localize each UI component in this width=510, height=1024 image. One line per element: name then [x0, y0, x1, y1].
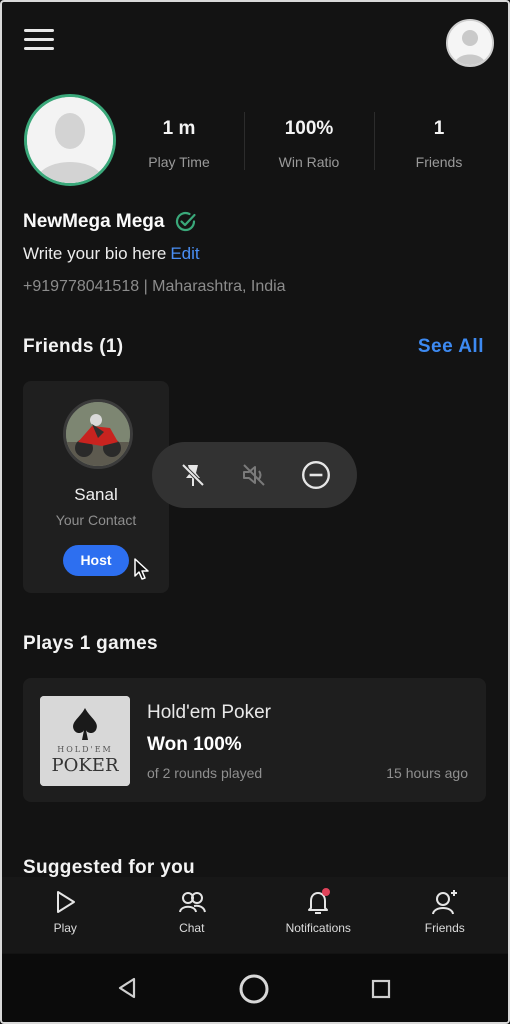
thumb-text-bottom: POKER	[51, 755, 118, 776]
nav-friends[interactable]: Friends	[382, 877, 509, 953]
suggested-section-title: Suggested for you	[23, 857, 195, 878]
back-icon[interactable]	[116, 976, 138, 1000]
nav-play[interactable]: Play	[2, 877, 129, 953]
bio-text: Write your bio here	[23, 244, 167, 263]
host-button[interactable]: Host	[63, 545, 129, 576]
hamburger-menu-icon[interactable]	[24, 29, 54, 53]
nav-chat[interactable]: Chat	[129, 877, 256, 953]
game-time: 15 hours ago	[386, 765, 468, 781]
nav-label: Notifications	[285, 921, 351, 935]
game-card[interactable]: HOLD'EM POKER Hold'em Poker Won 100% of …	[23, 678, 486, 802]
thumb-text-top: HOLD'EM	[57, 745, 113, 754]
stat-value: 1 m	[162, 118, 196, 139]
stat-label: Play Time	[148, 154, 210, 170]
chat-icon	[178, 892, 206, 913]
edit-bio-link[interactable]: Edit	[170, 244, 199, 263]
stat-win-ratio: 100% Win Ratio	[244, 110, 374, 174]
bell-icon	[308, 888, 331, 914]
game-rounds: of 2 rounds played	[147, 765, 263, 781]
friends-section-title: Friends (1)	[23, 336, 124, 357]
friend-avatar	[63, 399, 133, 469]
friend-subtitle: Your Contact	[55, 512, 137, 528]
stat-value: 100%	[284, 118, 334, 139]
stat-friends[interactable]: 1 Friends	[374, 110, 504, 174]
games-section-title: Plays 1 games	[23, 633, 158, 654]
home-icon[interactable]	[237, 972, 271, 1006]
profile-name-row: NewMega Mega	[23, 210, 198, 234]
remove-icon[interactable]	[298, 457, 334, 493]
stat-label: Win Ratio	[278, 154, 340, 170]
add-friend-icon	[431, 890, 457, 915]
profile-avatar[interactable]	[24, 94, 116, 186]
stat-play-time: 1 m Play Time	[114, 110, 244, 174]
see-all-link[interactable]: See All	[418, 336, 484, 358]
user-avatar-icon[interactable]	[446, 19, 494, 67]
friend-actions-popup	[152, 442, 357, 508]
nav-label: Play	[53, 921, 77, 935]
unpin-icon[interactable]	[175, 457, 211, 493]
system-nav-bar	[2, 954, 508, 1022]
profile-name: NewMega Mega	[23, 211, 165, 232]
game-thumbnail: HOLD'EM POKER	[40, 696, 130, 786]
mute-icon[interactable]	[236, 457, 272, 493]
recents-icon[interactable]	[371, 979, 391, 999]
profile-stats: 1 m Play Time 100% Win Ratio 1 Friends	[114, 110, 504, 174]
game-result: Won 100%	[147, 734, 242, 755]
verified-check-icon	[176, 211, 197, 232]
stat-value: 1	[433, 118, 445, 139]
app-screen: 1 m Play Time 100% Win Ratio 1 Friends N…	[0, 0, 510, 1024]
nav-notifications[interactable]: Notifications	[255, 877, 382, 953]
play-icon	[57, 891, 76, 913]
nav-label: Friends	[424, 921, 465, 935]
nav-label: Chat	[179, 921, 205, 935]
profile-contact: +919778041518 | Maharashtra, India	[23, 278, 286, 295]
bottom-nav: Play Chat Notifications Friends	[2, 877, 508, 953]
mouse-cursor-icon	[134, 558, 149, 580]
friend-name: Sanal	[74, 485, 118, 504]
profile-bio: Write your bio here Edit	[23, 244, 200, 264]
stat-label: Friends	[415, 154, 463, 170]
game-title: Hold'em Poker	[147, 702, 272, 723]
